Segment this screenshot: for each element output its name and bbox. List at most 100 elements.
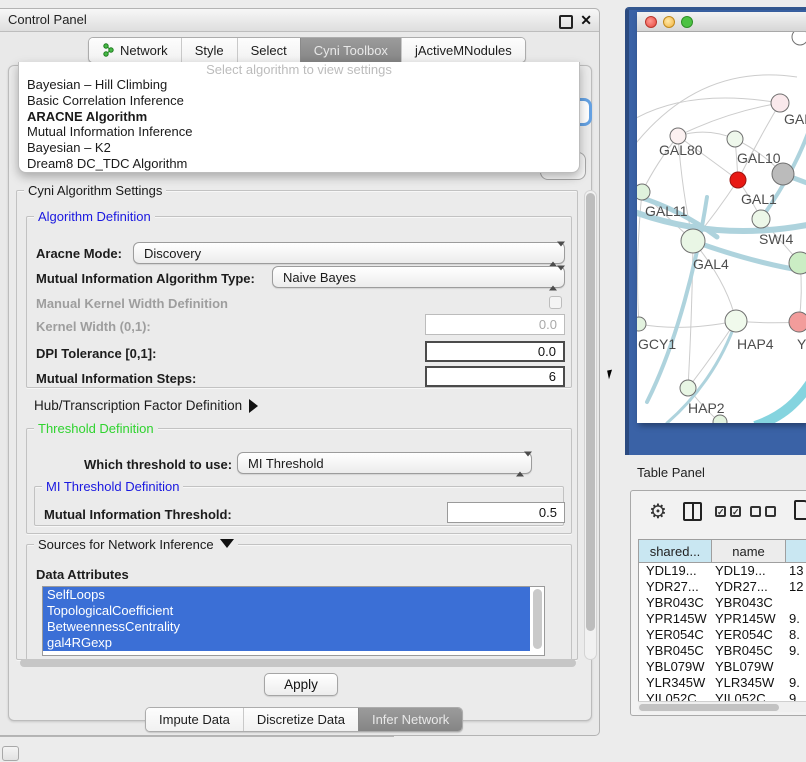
tab-network[interactable]: Network (89, 38, 181, 62)
threshold-definition-title: Threshold Definition (34, 421, 158, 436)
node-gray[interactable] (772, 163, 794, 185)
cell: YPR145W (711, 611, 785, 627)
attribute-item[interactable]: SelfLoops (43, 587, 530, 603)
mouse-cursor (607, 370, 614, 380)
data-attributes-list[interactable]: SelfLoops TopologicalCoefficient Between… (42, 586, 545, 656)
table-row[interactable]: YBL079WYBL079W (639, 659, 806, 675)
node-label: SWI4 (759, 231, 793, 247)
which-threshold-label: Which threshold to use: (84, 457, 232, 472)
algorithm-option[interactable]: Bayesian – Hill Climbing (19, 77, 579, 93)
node-gal11[interactable] (637, 184, 650, 200)
node-label: GAL10 (737, 150, 781, 166)
apply-button[interactable]: Apply (264, 673, 338, 696)
bottom-tabs: Impute Data Discretize Data Infer Networ… (145, 707, 463, 732)
hub-definition-expander[interactable]: Hub/Transcription Factor Definition (34, 398, 258, 413)
node[interactable] (789, 252, 806, 274)
tab-select[interactable]: Select (237, 38, 300, 62)
gear-icon[interactable]: ⚙ (649, 499, 667, 524)
node[interactable] (713, 415, 727, 423)
kernel-width-field[interactable]: 0.0 (425, 314, 565, 335)
algorithm-option[interactable]: Basic Correlation Inference (19, 93, 579, 109)
node-hap4[interactable] (725, 310, 747, 332)
table-row[interactable]: YBR043CYBR043C (639, 595, 806, 611)
select-all-checkbox-icon[interactable]: ✓ (715, 506, 726, 517)
node[interactable] (771, 94, 789, 112)
column-view-icon[interactable] (683, 502, 702, 521)
hub-definition-label: Hub/Transcription Factor Definition (34, 398, 242, 413)
dpi-tolerance-field[interactable]: 0.0 (425, 341, 565, 362)
cell: 9. (785, 643, 800, 659)
algorithm-option[interactable]: Dream8 DC_TDC Algorithm (19, 156, 579, 172)
float-panel-icon[interactable] (559, 15, 573, 29)
table-panel: ⚙ ✓ ✓ shared... name A YDL19...YDL19...1… (630, 490, 806, 716)
cell: YBR043C (639, 595, 711, 611)
table-row[interactable]: YDR27...YDR27...12 (639, 579, 806, 595)
close-window-icon[interactable] (645, 16, 657, 28)
table-row[interactable]: YBR045CYBR045C9. (639, 643, 806, 659)
aracne-mode-select[interactable]: Discovery (133, 242, 565, 264)
tab-discretize-data[interactable]: Discretize Data (243, 708, 358, 731)
node-gal10[interactable] (727, 131, 743, 147)
algorithm-option-selected[interactable]: ARACNE Algorithm (19, 109, 579, 125)
mi-threshold-field[interactable]: 0.5 (447, 502, 565, 523)
vertical-scrollbar-thumb[interactable] (586, 193, 595, 631)
mi-type-select[interactable]: Naive Bayes (272, 266, 565, 288)
table-hscroll-thumb[interactable] (639, 704, 779, 711)
network-canvas[interactable]: GAL GAL80 GAL10 GAL1 GAL11 SWI4 GAL4 GCY… (637, 32, 806, 423)
list-scrollbar[interactable] (533, 589, 542, 649)
algorithm-option[interactable]: Mutual Information Inference (19, 124, 579, 140)
export-table-icon[interactable] (794, 500, 806, 520)
node-salmon[interactable] (789, 312, 806, 332)
deselect-checkbox-icon[interactable] (765, 506, 776, 517)
node-swi4[interactable] (752, 210, 770, 228)
table-row[interactable]: YER054CYER054C8. (639, 627, 806, 643)
attribute-item[interactable]: TopologicalCoefficient (43, 603, 530, 619)
tab-cyni-toolbox[interactable]: Cyni Toolbox (300, 38, 401, 62)
minimized-panel-button[interactable] (2, 746, 19, 761)
screen: Control Panel ✕ Network Style Select (0, 0, 806, 762)
minimize-window-icon[interactable] (663, 16, 675, 28)
attribute-item[interactable]: BetweennessCentrality (43, 619, 530, 635)
cell: YDR27... (711, 579, 785, 595)
horizontal-scrollbar[interactable] (20, 659, 576, 667)
column-header-name[interactable]: name (711, 540, 785, 562)
node-gal4[interactable] (681, 229, 705, 253)
node-hap2[interactable] (680, 380, 696, 396)
attribute-item[interactable]: gal4RGexp (43, 635, 530, 651)
mi-threshold-definition-title: MI Threshold Definition (42, 479, 183, 494)
manual-kernel-checkbox[interactable] (549, 296, 562, 309)
tab-jactivemnodules[interactable]: jActiveMNodules (401, 38, 525, 62)
vertical-scrollbar[interactable] (584, 190, 597, 660)
table-horizontal-scrollbar[interactable] (638, 701, 806, 712)
select-all-checkbox-icon[interactable]: ✓ (730, 506, 741, 517)
cell: YBL079W (711, 659, 785, 675)
node-gal1-selected[interactable] (730, 172, 746, 188)
tab-impute-data[interactable]: Impute Data (146, 708, 243, 731)
table-row[interactable]: YIL052CYIL052C9. (639, 691, 806, 701)
node-gcy1[interactable] (637, 317, 646, 331)
which-threshold-select[interactable]: MI Threshold (237, 452, 532, 474)
sources-title[interactable]: Sources for Network Inference (34, 537, 238, 552)
column-header-shared-name[interactable]: shared... (639, 540, 711, 562)
mi-steps-field[interactable]: 6 (425, 366, 565, 387)
node[interactable] (792, 32, 806, 45)
tab-infer-network-label: Infer Network (372, 712, 449, 727)
table-row[interactable]: YPR145WYPR145W9. (639, 611, 806, 627)
mi-threshold-label: Mutual Information Threshold: (44, 507, 232, 522)
cell: YBR045C (711, 643, 785, 659)
network-window-titlebar (637, 12, 806, 32)
algorithm-option[interactable]: Bayesian – K2 (19, 140, 579, 156)
control-panel-title: Control Panel (8, 12, 87, 27)
table-row[interactable]: YLR345WYLR345W9. (639, 675, 806, 691)
close-icon[interactable]: ✕ (580, 12, 592, 28)
table-row[interactable]: YDL19...YDL19...13 (639, 563, 806, 579)
weighted-edge (755, 376, 806, 423)
tab-infer-network[interactable]: Infer Network (358, 708, 462, 731)
cell: YBR043C (711, 595, 785, 611)
zoom-window-icon[interactable] (681, 16, 693, 28)
cell: YDL19... (639, 563, 711, 579)
deselect-checkbox-icon[interactable] (750, 506, 761, 517)
kernel-width-value: 0.0 (539, 317, 557, 332)
tab-style[interactable]: Style (181, 38, 237, 62)
column-header-partial[interactable]: A (785, 540, 806, 562)
